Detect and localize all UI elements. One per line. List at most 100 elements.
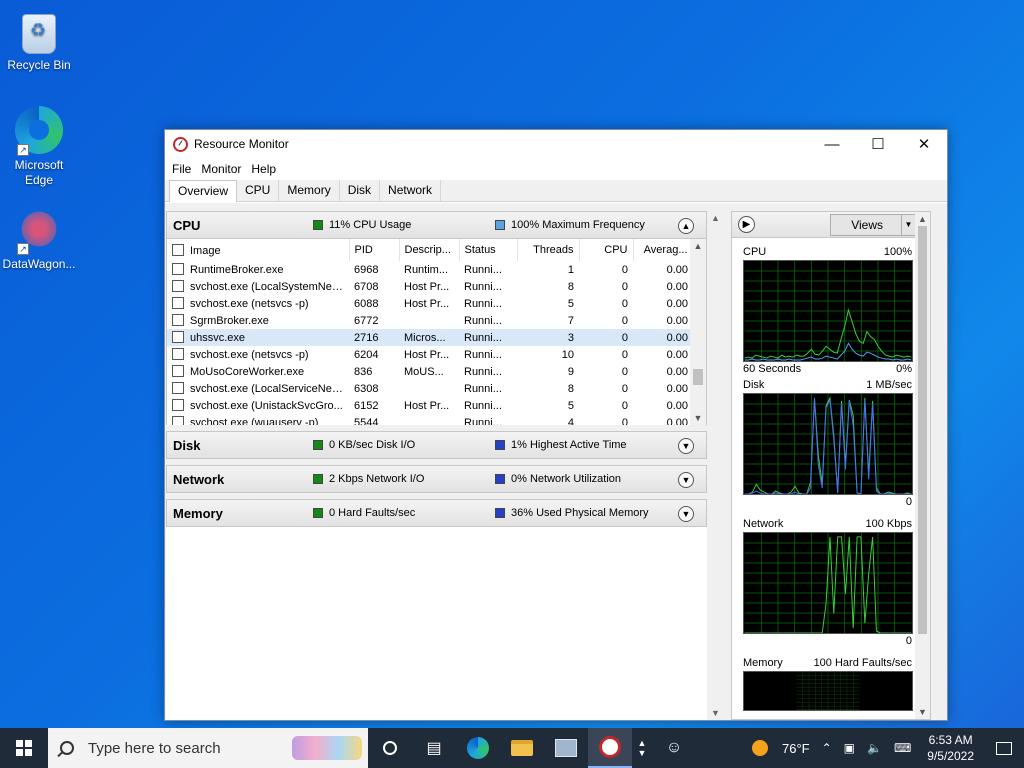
row-checkbox[interactable] — [172, 331, 184, 343]
row-checkbox[interactable] — [172, 416, 184, 425]
collapse-panel-icon[interactable]: ▶ — [738, 216, 755, 233]
row-checkbox[interactable] — [172, 297, 184, 309]
tab-memory[interactable]: Memory — [279, 180, 340, 201]
scroll-up-arrow-icon[interactable]: ▲ — [690, 241, 706, 251]
taskbar-edge[interactable] — [456, 728, 500, 768]
column-header-description[interactable]: Descrip... — [399, 239, 460, 261]
table-cell: 5 — [567, 399, 574, 412]
scroll-up-arrow-icon[interactable]: ▲ — [915, 214, 930, 224]
title-bar[interactable]: Resource Monitor — ☐ ✕ — [165, 130, 947, 158]
row-checkbox[interactable] — [172, 263, 184, 275]
collapse-chevron-icon[interactable]: ▲ — [678, 218, 694, 234]
table-cell: svchost.exe (netsvcs -p) — [167, 295, 349, 312]
people-icon: ☺ — [665, 739, 683, 756]
column-header-cpu[interactable]: CPU — [579, 239, 634, 261]
expand-chevron-icon[interactable]: ▼ — [678, 506, 694, 522]
menu-monitor[interactable]: Monitor — [197, 162, 245, 176]
table-row[interactable]: svchost.exe (netsvcs -p) 6088 Host Pr... Ru… — [167, 295, 693, 312]
show-hidden-icons-chevron-icon[interactable]: ⌃ — [816, 741, 838, 755]
weather-temperature[interactable]: 76°F — [776, 741, 816, 756]
column-header-threads[interactable]: Threads — [517, 239, 580, 261]
taskbar-overflow[interactable]: ▲ ▼ — [632, 728, 652, 768]
section-title: Network — [173, 471, 225, 487]
memory-section-header[interactable]: Memory 0 Hard Faults/sec 36% Used Physic… — [166, 499, 707, 527]
blue-square-icon — [495, 220, 505, 230]
start-button[interactable] — [0, 728, 48, 768]
close-button[interactable]: ✕ — [901, 130, 947, 158]
desktop-icon-edge[interactable]: ↗ Microsoft Edge — [0, 106, 78, 188]
taskbar-file-explorer[interactable] — [500, 728, 544, 768]
scroll-down-arrow-icon[interactable]: ▼ — [915, 707, 930, 717]
keyboard-icon[interactable]: ⌨ — [888, 741, 917, 755]
people-button[interactable]: ☺ — [652, 728, 696, 768]
disk-section-header[interactable]: Disk 0 KB/sec Disk I/O 1% Highest Active… — [166, 431, 707, 459]
row-checkbox[interactable] — [172, 399, 184, 411]
table-cell: 5 — [567, 297, 574, 310]
column-header-image[interactable]: Image — [167, 239, 350, 261]
column-header-status[interactable]: Status — [459, 239, 518, 261]
maximize-button[interactable]: ☐ — [855, 130, 901, 158]
cortana-button[interactable] — [368, 728, 412, 768]
column-header-average-cpu[interactable]: Averag... — [633, 239, 694, 261]
table-row[interactable]: svchost.exe (UnistackSvcGro... 6152 Host P… — [167, 397, 693, 414]
network-section-header[interactable]: Network 2 Kbps Network I/O 0% Network Ut… — [166, 465, 707, 493]
row-checkbox[interactable] — [172, 348, 184, 360]
row-checkbox[interactable] — [172, 280, 184, 292]
table-row[interactable]: MoUsoCoreWorker.exe 836 MoUS... Runni... 9 0 0… — [167, 363, 693, 380]
graphs-scrollbar[interactable]: ▲ ▼ — [915, 212, 930, 719]
notification-center-button[interactable] — [984, 728, 1024, 768]
table-row[interactable]: uhssvc.exe 2716 Micros... Runni... 3 0 0.00 — [167, 329, 693, 346]
green-square-icon — [313, 508, 323, 518]
tab-overview[interactable]: Overview — [169, 180, 238, 202]
select-all-checkbox[interactable] — [172, 243, 184, 256]
max-frequency-indicator: 100% Maximum Frequency — [495, 219, 677, 231]
weather-sun-icon[interactable] — [751, 740, 768, 756]
expand-chevron-icon[interactable]: ▼ — [678, 472, 694, 488]
scroll-thumb[interactable] — [693, 369, 703, 385]
tab-network[interactable]: Network — [380, 180, 442, 201]
network-graph-label: Network 100 Kbps — [743, 518, 912, 530]
table-row[interactable]: SgrmBroker.exe 6772 Runni... 7 0 0.00 — [167, 312, 693, 329]
views-dropdown[interactable]: Views ▼ — [830, 213, 916, 236]
minimize-button[interactable]: — — [809, 130, 855, 158]
taskbar-network-app[interactable] — [544, 728, 588, 768]
taskbar-search-box[interactable]: Type here to search — [48, 728, 368, 768]
dropdown-arrow-icon[interactable]: ▼ — [901, 213, 915, 236]
row-checkbox[interactable] — [172, 382, 184, 394]
table-row[interactable]: RuntimeBroker.exe 6968 Runtim... Runni... 1 0… — [167, 261, 693, 278]
desktop-icon-datawagon[interactable]: ↗ DataWagon... — [0, 205, 78, 272]
task-view-button[interactable]: ▤ — [412, 728, 456, 768]
table-row[interactable]: svchost.exe (LocalServiceNet... 6308 Runni… — [167, 380, 693, 397]
volume-icon[interactable]: 🔈 — [861, 741, 888, 755]
table-row[interactable]: svchost.exe (wuauserv -p) 5544 Runni... 4 0 0… — [167, 414, 693, 425]
table-cell: 0.00 — [666, 314, 688, 327]
column-header-pid[interactable]: PID — [349, 239, 400, 261]
scroll-up-arrow-icon[interactable]: ▲ — [708, 213, 723, 223]
shortcut-arrow-icon: ↗ — [17, 243, 29, 255]
table-row[interactable]: svchost.exe (netsvcs -p) 6204 Host Pr... Ru… — [167, 346, 693, 363]
cpu-graph-footer: 60 Seconds 0% — [743, 363, 912, 375]
clock[interactable]: 6:53 AM 9/5/2022 — [917, 732, 984, 764]
sections-scrollbar[interactable]: ▲ ▼ — [708, 211, 723, 720]
taskbar-resource-monitor[interactable] — [588, 728, 632, 768]
tab-cpu[interactable]: CPU — [237, 180, 280, 201]
row-checkbox[interactable] — [172, 314, 184, 326]
menu-help[interactable]: Help — [247, 162, 280, 176]
scroll-down-arrow-icon[interactable]: ▼ — [708, 708, 723, 718]
process-table-scrollbar[interactable]: ▲ ▼ — [690, 239, 706, 425]
table-cell: 0 — [621, 263, 628, 276]
table-row[interactable]: svchost.exe (LocalSystemNet... 6708 Host P… — [167, 278, 693, 295]
cpu-section-header[interactable]: CPU 11% CPU Usage 100% Maximum Frequency… — [166, 211, 707, 239]
tab-disk[interactable]: Disk — [340, 180, 381, 201]
row-checkbox[interactable] — [172, 365, 184, 377]
network-tray-icon[interactable]: ▣ — [838, 741, 861, 755]
menu-file[interactable]: File — [168, 162, 195, 176]
table-cell: MoUS... — [404, 365, 444, 378]
resource-monitor-window: Resource Monitor — ☐ ✕ File Monitor Help… — [164, 129, 948, 721]
table-cell: 7 — [567, 314, 574, 327]
desktop-icon-recycle-bin[interactable]: Recycle Bin — [0, 8, 78, 73]
chevron-up-icon: ▲ — [637, 738, 647, 748]
scroll-down-arrow-icon[interactable]: ▼ — [690, 413, 706, 423]
scroll-thumb[interactable] — [918, 226, 927, 634]
expand-chevron-icon[interactable]: ▼ — [678, 438, 694, 454]
